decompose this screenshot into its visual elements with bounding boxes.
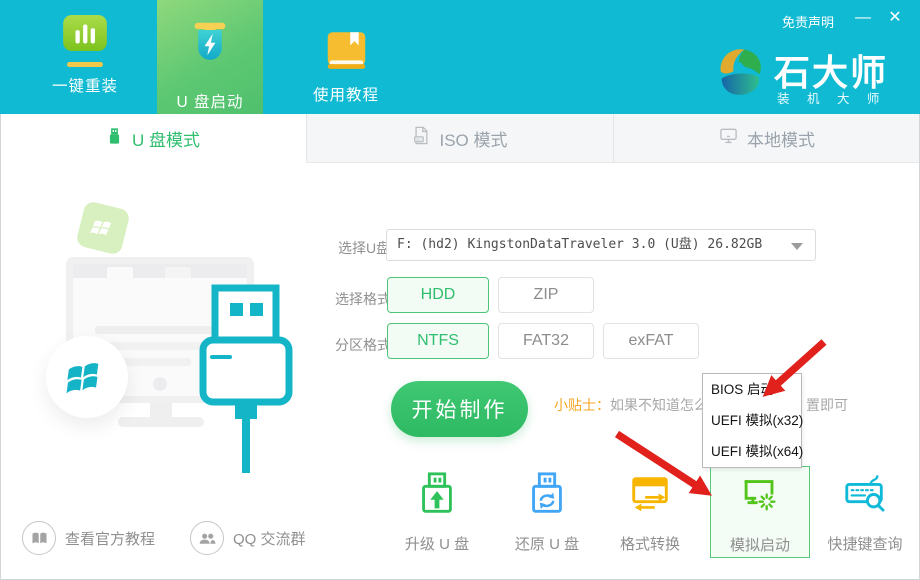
mode-tab-usb[interactable]: U 盘模式: [0, 114, 306, 163]
mode-tab-label: 本地模式: [747, 126, 815, 151]
people-icon: [190, 521, 224, 555]
usb-upgrade-icon: [414, 471, 460, 522]
usb-plug-illustration: [198, 283, 294, 478]
mode-tab-iso[interactable]: ISO ISO 模式: [306, 114, 613, 163]
disclaimer-link[interactable]: 免责声明: [782, 12, 834, 31]
monitor-base: [118, 417, 204, 427]
tip-label: 小贴士：: [554, 397, 610, 413]
footer-link-label: QQ 交流群: [233, 528, 306, 549]
qq-group-link[interactable]: QQ 交流群: [190, 521, 306, 555]
iso-file-icon: ISO: [412, 126, 430, 150]
monitor-stand: [150, 403, 172, 418]
bar-chart-icon: [62, 14, 108, 57]
partition-label: 分区格式:: [335, 335, 395, 355]
usb-restore-icon: [524, 471, 570, 522]
brand-logo-icon: [712, 42, 768, 103]
mode-tab-row: U 盘模式 ISO ISO 模式 本地模式: [0, 114, 920, 163]
simulate-boot-icon: [737, 472, 783, 523]
tool-hotkey-search[interactable]: 快捷键查询: [815, 466, 915, 558]
partition-option-exfat[interactable]: exFAT: [603, 323, 699, 359]
hotkey-search-icon: [842, 471, 888, 522]
tool-upgrade-usb[interactable]: 升级 U 盘: [387, 466, 487, 558]
windows-tile-icon: [75, 200, 131, 256]
usb-select[interactable]: F: (hd2) KingstonDataTraveler 3.0 (U盘) 2…: [386, 229, 816, 261]
top-tab-label: 使用教程: [313, 83, 379, 105]
format-option-zip[interactable]: ZIP: [498, 277, 594, 313]
mode-tab-label: U 盘模式: [132, 126, 200, 151]
menu-item-uefi-x64[interactable]: UEFI 模拟(x64): [703, 436, 801, 467]
mode-tab-label: ISO 模式: [439, 126, 507, 151]
menu-item-uefi-x32[interactable]: UEFI 模拟(x32): [703, 405, 801, 436]
start-make-button[interactable]: 开始制作: [391, 381, 528, 437]
usb-select-value: F: (hd2) KingstonDataTraveler 3.0 (U盘) 2…: [397, 237, 762, 252]
tool-format-convert[interactable]: 格式转换: [600, 466, 700, 558]
mode-tab-local[interactable]: 本地模式: [613, 114, 920, 163]
tool-label: 快捷键查询: [827, 533, 902, 554]
chevron-down-icon: [791, 243, 803, 250]
minimize-button[interactable]: —: [852, 8, 874, 28]
tab-tutorial[interactable]: 使用教程: [294, 30, 398, 105]
svg-text:ISO: ISO: [416, 138, 422, 142]
format-option-hdd[interactable]: HDD: [387, 277, 489, 313]
partition-option-ntfs[interactable]: NTFS: [387, 323, 489, 359]
footer-link-label: 查看官方教程: [65, 528, 155, 549]
window-border-left: [0, 114, 1, 580]
partition-option-fat32[interactable]: FAT32: [498, 323, 594, 359]
open-book-icon: [22, 521, 56, 555]
tool-simulate-boot[interactable]: 模拟启动: [710, 466, 810, 558]
windows-badge-icon: [46, 336, 128, 418]
tool-label: 还原 U 盘: [515, 533, 579, 554]
app-window: 一键重装 U 盘启动 使用教程 免责声明: [0, 0, 920, 580]
close-button[interactable]: ✕: [884, 8, 906, 28]
brand-subtitle: 装 机 大 师: [777, 88, 886, 107]
tip-text: 小贴士：如果不知道怎么配: [554, 395, 722, 415]
official-tutorial-link[interactable]: 查看官方教程: [22, 521, 155, 555]
shield-bolt-icon: [188, 21, 232, 73]
tool-label: 升级 U 盘: [405, 533, 469, 554]
top-tab-label: U 盘启动: [176, 90, 243, 112]
boot-mode-menu: BIOS 启动 UEFI 模拟(x32) UEFI 模拟(x64): [702, 373, 802, 468]
tab-usb-boot[interactable]: U 盘启动: [157, 0, 263, 114]
format-label: 选择格式:: [335, 289, 395, 309]
format-convert-icon: [627, 471, 673, 522]
shelf-bar-icon: [67, 62, 103, 67]
book-icon: [324, 30, 369, 77]
top-tab-label: 一键重装: [52, 74, 118, 96]
tool-label: 模拟启动: [730, 534, 790, 555]
menu-item-bios-boot[interactable]: BIOS 启动: [703, 374, 801, 405]
monitor-icon: [719, 126, 738, 150]
tool-label: 格式转换: [620, 533, 680, 554]
usb-drive-icon: [106, 127, 123, 150]
tab-one-key-reinstall[interactable]: 一键重装: [33, 14, 137, 96]
tip-body-right: 置即可: [806, 395, 848, 415]
tool-restore-usb[interactable]: 还原 U 盘: [497, 466, 597, 558]
